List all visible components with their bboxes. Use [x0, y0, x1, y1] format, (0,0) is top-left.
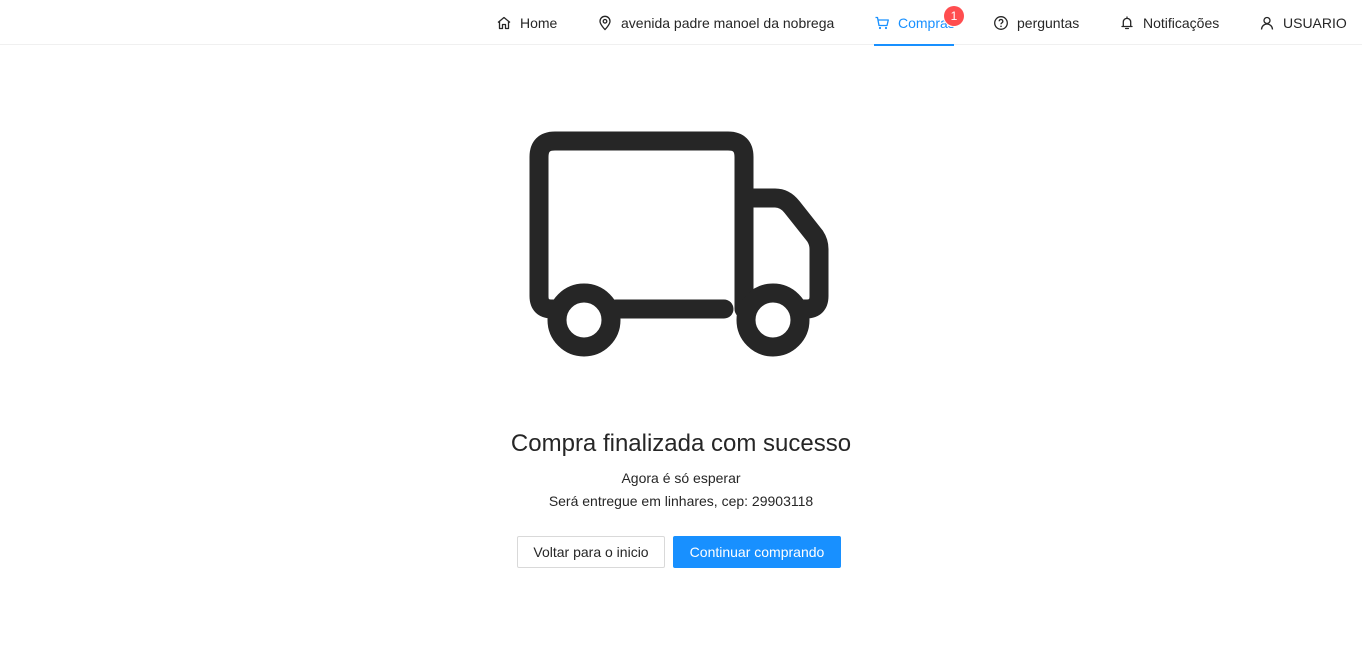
- shopping-cart-icon: [874, 15, 890, 31]
- truck-icon: [527, 129, 831, 359]
- home-icon: [496, 15, 512, 31]
- continue-shopping-button[interactable]: Continuar comprando: [673, 536, 841, 568]
- nav-notifications[interactable]: Notificações: [1119, 0, 1219, 45]
- nav-cart[interactable]: Compras 1: [874, 0, 964, 46]
- delivery-info: Será entregue em linhares, cep: 29903118: [548, 493, 814, 509]
- nav-home[interactable]: Home: [496, 0, 557, 45]
- nav-questions-label: perguntas: [1017, 14, 1080, 31]
- user-icon: [1259, 15, 1275, 31]
- location-pin-icon: [597, 15, 613, 31]
- nav-questions[interactable]: perguntas: [993, 0, 1079, 45]
- top-navigation: Home avenida padre manoel da nobrega Com…: [0, 0, 1362, 46]
- result-title: Compra finalizada com sucesso: [510, 430, 852, 457]
- nav-user-label: USUARIO: [1283, 14, 1347, 31]
- question-circle-icon: [993, 15, 1009, 31]
- nav-notifications-label: Notificações: [1143, 14, 1220, 31]
- nav-home-label: Home: [520, 14, 558, 31]
- bell-icon: [1119, 15, 1135, 31]
- nav-user[interactable]: USUARIO: [1259, 0, 1347, 45]
- back-to-home-button[interactable]: Voltar para o inicio: [517, 536, 665, 568]
- nav-address[interactable]: avenida padre manoel da nobrega: [597, 0, 834, 45]
- result-subtitle: Agora é só esperar: [621, 470, 741, 486]
- cart-count-badge: 1: [944, 6, 964, 26]
- nav-address-label: avenida padre manoel da nobrega: [621, 14, 835, 31]
